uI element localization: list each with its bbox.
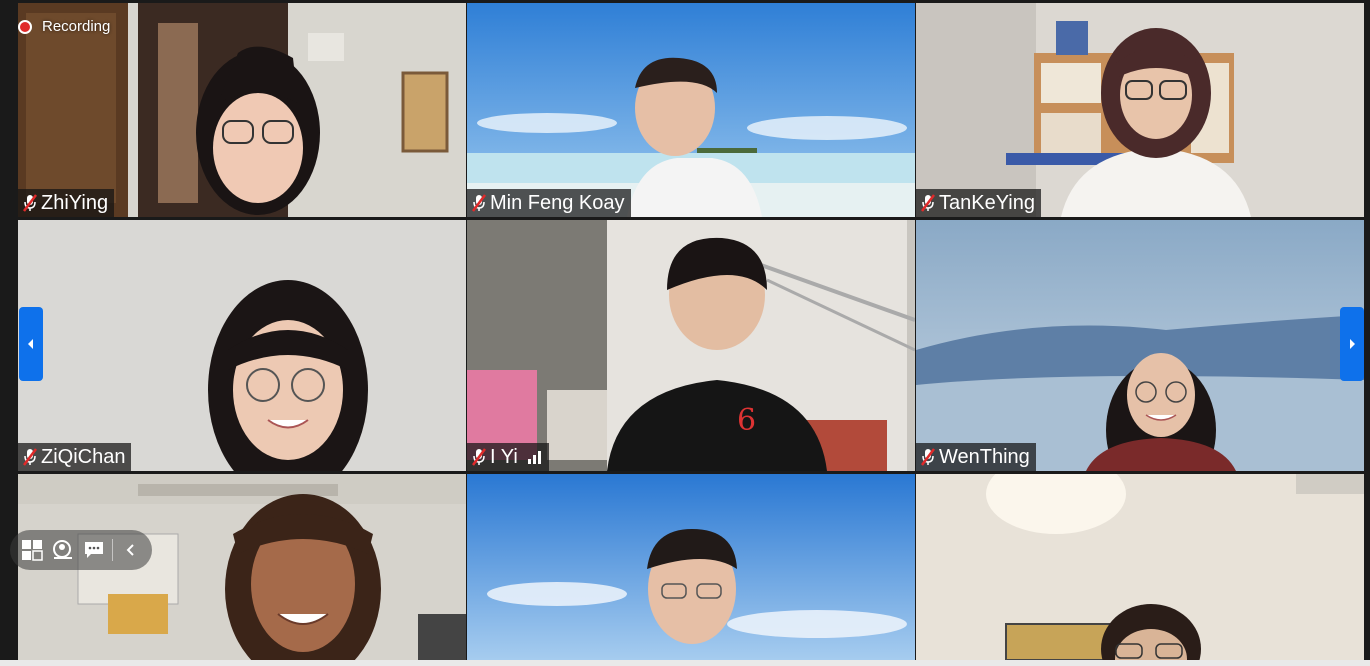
participant-name-tag: WenThing: [916, 443, 1036, 471]
participant-name: Min Feng Koay: [490, 192, 625, 214]
mic-muted-icon: [472, 194, 486, 212]
video-grid: ZhiYing Min Feng Koay TanKeYing ZiQiChan…: [18, 3, 1364, 660]
participant-name-tag: I Yi: [467, 443, 549, 471]
mic-muted-icon: [921, 194, 935, 212]
video-tile[interactable]: ZiQiChan: [18, 220, 466, 471]
recording-label: Recording: [42, 18, 111, 35]
participant-name-tag: ZiQiChan: [18, 443, 132, 471]
bottom-edge: [0, 660, 1370, 666]
participant-name-tag: ZhiYing: [18, 189, 115, 217]
participant-name-tag: TanKeYing: [916, 189, 1041, 217]
video-tile[interactable]: ZhiYing: [18, 3, 466, 217]
video-tile[interactable]: [467, 474, 915, 660]
floating-layout-toolbar: [10, 530, 152, 570]
video-tile[interactable]: WenThing: [916, 220, 1364, 471]
network-signal-icon: [527, 451, 541, 464]
layout-switch-button[interactable]: [19, 537, 45, 563]
video-feed: [467, 3, 915, 217]
video-tile[interactable]: Min Feng Koay: [467, 3, 915, 217]
svg-text:6: 6: [737, 403, 756, 438]
video-feed: [916, 474, 1364, 660]
participant-name: I Yi: [490, 446, 518, 468]
mic-muted-icon: [23, 194, 37, 212]
participant-name-tag: Min Feng Koay: [467, 189, 631, 217]
recording-dot-icon: [18, 19, 32, 34]
participant-name: WenThing: [939, 446, 1030, 468]
chat-icon: [84, 542, 103, 558]
chevron-left-icon: [126, 544, 134, 556]
video-feed: [916, 220, 1364, 471]
participant-name: TanKeYing: [939, 192, 1035, 214]
mic-muted-icon: [472, 448, 486, 466]
video-tile[interactable]: TanKeYing: [916, 3, 1364, 217]
participant-name: ZiQiChan: [41, 446, 126, 468]
chevron-right-icon: [1350, 339, 1355, 349]
previous-page-button[interactable]: [19, 307, 43, 381]
video-feed: [18, 3, 466, 217]
next-page-button[interactable]: [1340, 307, 1364, 381]
chevron-left-icon: [28, 339, 33, 349]
recording-indicator: Recording: [18, 18, 110, 35]
video-feed: [916, 3, 1364, 217]
video-tile[interactable]: 6 I Yi: [467, 220, 915, 471]
hide-self-view-button[interactable]: [50, 537, 76, 563]
hide-self-view-icon: [52, 540, 72, 559]
collapse-toolbar-button[interactable]: [118, 537, 144, 563]
mic-muted-icon: [921, 448, 935, 466]
video-feed: [467, 474, 915, 660]
toolbar-divider: [111, 539, 113, 561]
video-feed: [18, 220, 466, 471]
mic-muted-icon: [23, 448, 37, 466]
participant-name: ZhiYing: [41, 192, 109, 214]
video-feed: 6: [467, 220, 915, 471]
video-tile[interactable]: [916, 474, 1364, 660]
chat-button[interactable]: [81, 537, 107, 563]
grid-layout-icon: [21, 540, 43, 561]
